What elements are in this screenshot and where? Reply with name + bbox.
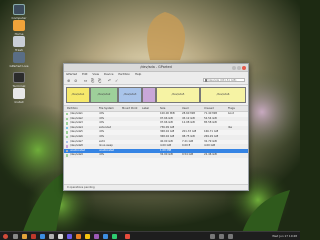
toolbar: ⊕ ⊘ ⇔ ⎘ ⎗ ↶ ✓ ◙ /dev/sda (931.51 GiB) — [64, 77, 248, 85]
filesystem-color-swatch — [66, 154, 69, 157]
filesystem-color-swatch — [66, 122, 69, 125]
gparted-taskbar-icon[interactable] — [125, 233, 130, 239]
network-icon[interactable] — [210, 233, 215, 239]
app-icon[interactable] — [40, 233, 45, 239]
map-block-label: /dev/sda6 — [216, 93, 230, 96]
filesystem-color-swatch — [66, 131, 69, 134]
menu-view[interactable]: View — [92, 72, 99, 76]
partition-map: /dev/sda1 /dev/sda2 /dev/sda3 /dev/sda5 … — [64, 85, 248, 106]
close-icon[interactable] — [242, 65, 246, 70]
show-desktop-icon[interactable] — [13, 233, 18, 239]
column-flags[interactable]: Flags — [228, 106, 235, 111]
column-used[interactable]: Used — [182, 106, 189, 111]
app-icon[interactable] — [67, 233, 72, 239]
text-editor-icon[interactable] — [58, 233, 63, 239]
device-selector-value: /dev/sda (931.51 GiB) — [208, 79, 237, 83]
table-cell: ntfs — [99, 153, 104, 157]
gparted-desktop-icon[interactable]: GParted Live — [4, 52, 34, 68]
terminal-desktop-icon[interactable]: Terminal — [4, 72, 34, 88]
window-title: /dev/sda - GParted — [140, 65, 172, 69]
map-block[interactable]: /dev/sda5 — [156, 87, 200, 103]
status-text: 0 operations pending — [67, 186, 95, 189]
copy-icon[interactable]: ⎘ — [91, 78, 94, 83]
trash-desktop-icon[interactable]: Trash — [4, 36, 34, 52]
window-titlebar[interactable]: /dev/sda - GParted — [64, 64, 248, 72]
filesystem-color-swatch — [66, 126, 69, 130]
status-bar: 0 operations pending — [64, 184, 248, 190]
app-icon[interactable] — [94, 233, 99, 239]
menu-device[interactable]: Device — [104, 72, 114, 76]
map-block-label: /dev/sda3 — [123, 93, 137, 96]
table-cell: 22.46 GiB — [204, 153, 217, 157]
volume-icon[interactable] — [219, 233, 224, 239]
app-icon[interactable] — [85, 233, 90, 239]
minimize-icon[interactable] — [232, 65, 236, 70]
files-icon[interactable] — [22, 233, 27, 239]
table-cell: 32.00 GiB — [160, 153, 173, 157]
filesystem-color-swatch — [66, 136, 69, 139]
map-block[interactable]: /dev/sda3 — [118, 87, 142, 103]
paste-icon[interactable]: ⎗ — [98, 78, 101, 83]
app-icon[interactable] — [76, 233, 81, 239]
delete-icon[interactable]: ⊘ — [74, 78, 77, 83]
browser-icon[interactable] — [31, 233, 36, 239]
undo-icon[interactable]: ↶ — [108, 78, 111, 83]
column-size[interactable]: Size — [160, 106, 165, 111]
table-cell: /dev/sda9 — [70, 153, 83, 157]
device-selector[interactable]: ◙ /dev/sda (931.51 GiB) — [203, 78, 245, 83]
desktop-icon-label: GParted Live — [9, 64, 29, 68]
gparted-window: /dev/sda - GParted GParted Edit View Dev… — [63, 63, 249, 191]
computer-desktop-icon[interactable]: Computer — [4, 4, 34, 20]
install-desktop-icon[interactable]: Install — [4, 88, 34, 104]
start-menu-icon[interactable] — [3, 233, 8, 239]
map-block-label: /dev/sda5 — [171, 93, 185, 96]
clock[interactable]: Wed Jun 17 10:48 — [272, 232, 297, 240]
filesystem-color-swatch — [66, 113, 69, 116]
map-block[interactable]: /dev/sda1 — [66, 87, 90, 103]
menu-partition[interactable]: Partition — [118, 72, 130, 76]
resize-icon[interactable]: ⇔ — [84, 78, 87, 83]
maximize-icon[interactable] — [237, 65, 241, 70]
column-mountpoint[interactable]: Mount Point — [122, 106, 137, 111]
battery-icon[interactable] — [228, 233, 233, 239]
partition-table: /dev/sda1 ntfs 100.00 MiB 28.60 MiB 71.40 Mi… — [64, 112, 248, 158]
filesystem-color-swatch — [66, 117, 69, 121]
table-cell: 9.54 GiB — [182, 153, 194, 157]
disk-icon: ◙ — [204, 78, 208, 83]
new-partition-icon[interactable]: ⊕ — [67, 78, 70, 83]
menu-gparted[interactable]: GParted — [66, 72, 77, 76]
app-icon[interactable] — [103, 233, 108, 239]
column-label[interactable]: Label — [142, 106, 149, 111]
filesystem-color-swatch — [66, 140, 69, 144]
apply-icon[interactable]: ✓ — [115, 78, 118, 83]
column-partition[interactable]: Partition — [67, 106, 78, 111]
home-folder-desktop-icon[interactable]: Home — [4, 20, 34, 36]
app-icon[interactable] — [112, 233, 117, 239]
filesystem-color-swatch — [66, 145, 69, 148]
column-unused[interactable]: Unused — [204, 106, 214, 111]
map-block[interactable]: /dev/sda2 — [90, 87, 118, 103]
table-row[interactable]: /dev/sda9 ntfs 32.00 GiB 9.54 GiB 22.46 GiB — [64, 153, 248, 158]
column-filesystem[interactable]: File System — [99, 106, 114, 111]
map-block-label: /dev/sda2 — [97, 93, 111, 96]
menu-edit[interactable]: Edit — [82, 72, 87, 76]
menu-help[interactable]: Help — [135, 72, 141, 76]
taskbar: Wed Jun 17 10:48 — [0, 231, 300, 240]
map-block[interactable] — [142, 87, 156, 103]
map-block[interactable]: /dev/sda6 — [200, 87, 246, 103]
filesystem-color-swatch — [66, 149, 69, 153]
map-block-label: /dev/sda1 — [71, 93, 85, 96]
desktop-icon-label: Install — [14, 100, 24, 104]
terminal-icon[interactable] — [49, 233, 54, 239]
